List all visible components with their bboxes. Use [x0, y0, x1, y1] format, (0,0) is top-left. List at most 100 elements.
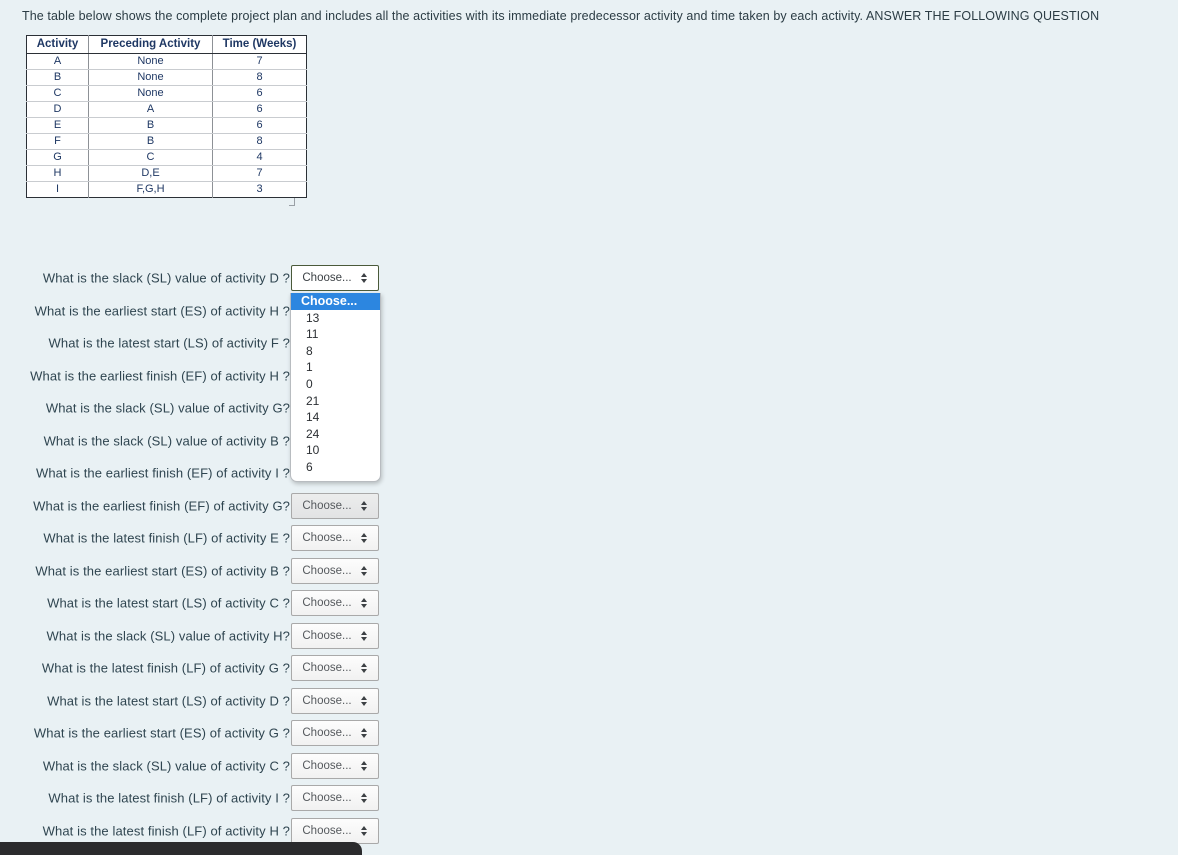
- question-row: What is the earliest start (ES) of activ…: [0, 717, 400, 750]
- answer-select-value: Choose...: [302, 759, 352, 772]
- question-row: What is the slack (SL) value of activity…: [0, 750, 400, 783]
- answer-select-13[interactable]: Choose...: [291, 655, 379, 682]
- question-label: What is the latest start (LS) of activit…: [47, 693, 290, 709]
- updown-arrows-icon: [360, 533, 368, 544]
- dropdown-option[interactable]: 24: [291, 426, 380, 443]
- cell-time: 8: [212, 133, 307, 150]
- updown-arrows-icon: [360, 273, 368, 284]
- cell-preceding-activity: C: [88, 149, 213, 166]
- answer-select-value: Choose...: [302, 499, 352, 512]
- table-row: I F,G,H 3: [26, 181, 307, 198]
- question-row: What is the earliest start (ES) of activ…: [0, 555, 400, 588]
- updown-arrows-icon: [360, 825, 368, 836]
- answer-select-value: Choose...: [302, 662, 352, 675]
- dropdown-option[interactable]: 1: [291, 359, 380, 376]
- table-row: C None 6: [26, 85, 307, 102]
- question-label: What is the earliest start (ES) of activ…: [33, 725, 290, 741]
- question-label: What is the latest finish (LF) of activi…: [48, 790, 290, 806]
- bottom-status-bar: [0, 842, 362, 855]
- answer-select-value: Choose...: [302, 629, 352, 642]
- question-label: What is the slack (SL) value of activity…: [45, 400, 290, 416]
- updown-arrows-icon: [360, 793, 368, 804]
- cell-preceding-activity: None: [88, 69, 213, 86]
- answer-select-value: Choose...: [302, 824, 352, 837]
- answer-select-value: Choose...: [302, 272, 352, 285]
- answer-select-11[interactable]: Choose...: [291, 590, 379, 617]
- table-row: H D,E 7: [26, 165, 307, 182]
- question-row: What is the latest start (LS) of activit…: [0, 587, 400, 620]
- cell-activity: B: [26, 69, 89, 86]
- updown-arrows-icon: [360, 500, 368, 511]
- question-label: What is the earliest finish (EF) of acti…: [30, 368, 290, 384]
- table-corner-mark: [289, 198, 295, 206]
- answer-select-value: Choose...: [302, 694, 352, 707]
- dropdown-option[interactable]: 6: [291, 459, 380, 476]
- cell-activity: C: [26, 85, 89, 102]
- updown-arrows-icon: [360, 760, 368, 771]
- dropdown-option[interactable]: 10: [291, 442, 380, 459]
- question-row: What is the latest finish (LF) of activi…: [0, 522, 400, 555]
- question-row: What is the latest start (LS) of activit…: [0, 685, 400, 718]
- table-row: EB6: [26, 117, 307, 134]
- project-plan-table: Activity Preceding Activity Time (Weeks)…: [26, 35, 307, 198]
- question-label: What is the latest finish (LF) of activi…: [42, 823, 290, 839]
- cell-time: 6: [212, 101, 307, 118]
- dropdown-option[interactable]: Choose...: [291, 293, 380, 310]
- cell-time: 8: [212, 69, 307, 86]
- table-row: DA6: [26, 101, 307, 118]
- cell-activity: G: [26, 149, 89, 166]
- dropdown-option[interactable]: 11: [291, 326, 380, 343]
- dropdown-option[interactable]: 8: [291, 343, 380, 360]
- updown-arrows-icon: [360, 695, 368, 706]
- table-row: B None 8: [26, 69, 307, 86]
- answer-select-1[interactable]: Choose...: [291, 265, 379, 292]
- answer-select-18[interactable]: Choose...: [291, 817, 379, 844]
- answer-select-17[interactable]: Choose...: [291, 785, 379, 812]
- answer-select-10[interactable]: Choose...: [291, 557, 379, 584]
- question-label: What is the earliest finish (EF) of acti…: [35, 465, 290, 481]
- question-label: What is the slack (SL) value of activity…: [42, 758, 290, 774]
- cell-activity: D: [26, 101, 89, 118]
- intro-paragraph: The table below shows the complete proje…: [22, 9, 1100, 23]
- dropdown-option[interactable]: 0: [291, 376, 380, 393]
- cell-time: 6: [212, 117, 307, 134]
- column-header-activity: Activity: [26, 35, 89, 54]
- cell-activity: A: [26, 53, 89, 70]
- answer-select-12[interactable]: Choose...: [291, 622, 379, 649]
- updown-arrows-icon: [360, 663, 368, 674]
- question-label: What is the latest start (LS) of activit…: [48, 335, 290, 351]
- project-plan-table-container: Activity Preceding Activity Time (Weeks)…: [26, 35, 307, 198]
- question-label: What is the earliest finish (EF) of acti…: [33, 498, 290, 514]
- cell-preceding-activity: B: [88, 117, 213, 134]
- cell-preceding-activity: F,G,H: [88, 181, 213, 198]
- answer-select-9[interactable]: Choose...: [291, 525, 379, 552]
- table-row: A None 7: [26, 53, 307, 70]
- dropdown-option[interactable]: 14: [291, 409, 380, 426]
- answer-select-16[interactable]: Choose...: [291, 752, 379, 779]
- cell-preceding-activity: D,E: [88, 165, 213, 182]
- dropdown-option[interactable]: 21: [291, 393, 380, 410]
- dropdown-options-popup[interactable]: Choose... 13 11 8 1 0 21 14 24 10 6: [290, 293, 381, 482]
- answer-select-14[interactable]: Choose...: [291, 687, 379, 714]
- question-label: What is the slack (SL) value of activity…: [43, 433, 290, 449]
- cell-time: 4: [212, 149, 307, 166]
- cell-activity: F: [26, 133, 89, 150]
- question-row: What is the latest finish (LF) of activi…: [0, 652, 400, 685]
- dropdown-option[interactable]: 13: [291, 310, 380, 327]
- question-label: What is the slack (SL) value of activity…: [42, 270, 290, 286]
- table-row: FB8: [26, 133, 307, 150]
- question-label: What is the earliest start (ES) of activ…: [35, 563, 290, 579]
- question-row: What is the slack (SL) value of activity…: [0, 262, 400, 295]
- cell-activity: E: [26, 117, 89, 134]
- updown-arrows-icon: [360, 565, 368, 576]
- answer-select-15[interactable]: Choose...: [291, 720, 379, 747]
- question-label: What is the earliest start (ES) of activ…: [34, 303, 290, 319]
- question-label: What is the latest finish (LF) of activi…: [43, 530, 290, 546]
- answer-select-value: Choose...: [302, 792, 352, 805]
- answer-select-8[interactable]: Choose...: [291, 492, 379, 519]
- cell-activity: H: [26, 165, 89, 182]
- cell-activity: I: [26, 181, 89, 198]
- answer-select-value: Choose...: [302, 564, 352, 577]
- answer-select-value: Choose...: [302, 597, 352, 610]
- cell-preceding-activity: None: [88, 85, 213, 102]
